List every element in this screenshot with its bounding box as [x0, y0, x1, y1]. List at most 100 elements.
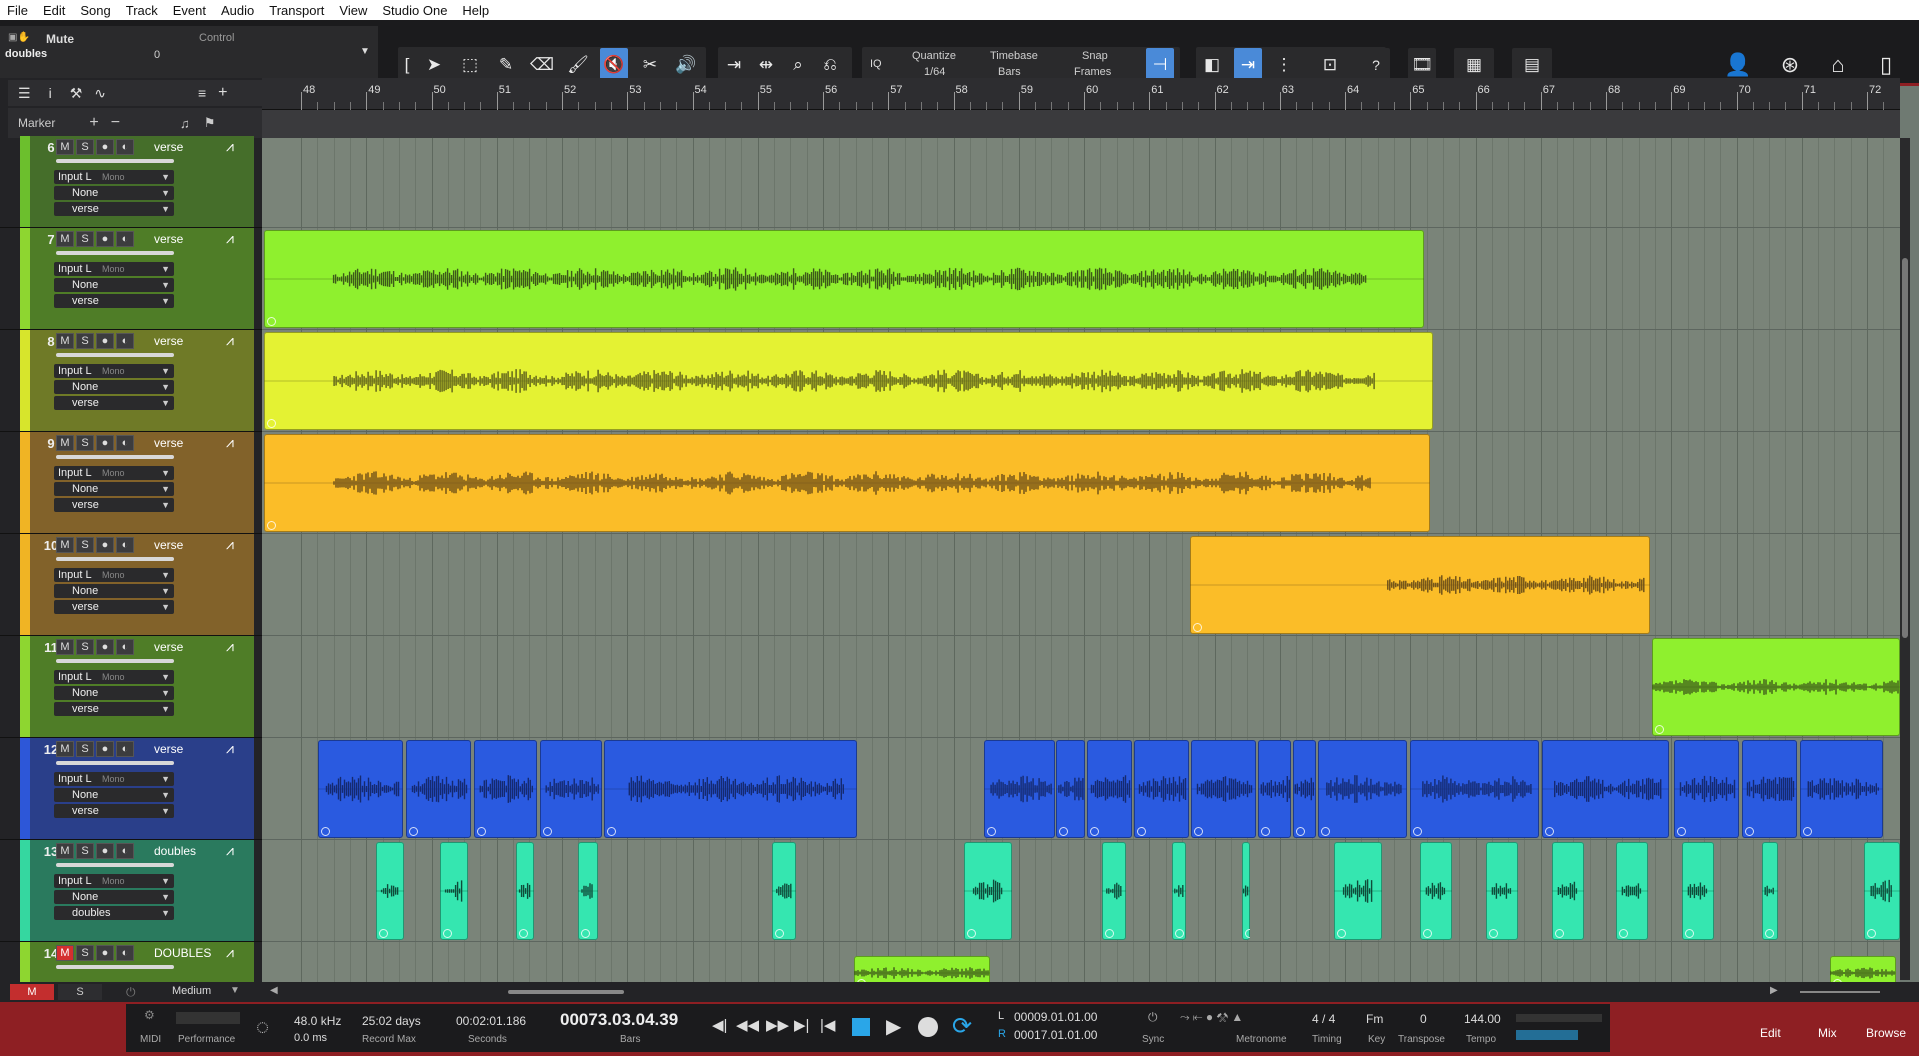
event-handle-icon[interactable]	[1655, 725, 1664, 734]
solo-button[interactable]: S	[76, 231, 94, 247]
record-arm-button[interactable]: ●	[96, 741, 114, 757]
menu-item[interactable]: Track	[119, 3, 166, 18]
track-lane[interactable]	[262, 738, 1900, 840]
video-icon[interactable]: 🎞	[1408, 48, 1436, 82]
autoscroll-icon[interactable]: ◧	[1198, 48, 1226, 82]
input-select[interactable]: Input L Mono ▼	[54, 568, 174, 582]
track-lane[interactable]	[262, 636, 1900, 738]
range-tool-icon[interactable]: ⬚	[456, 48, 484, 82]
event-handle-icon[interactable]	[1245, 929, 1250, 938]
audio-event[interactable]	[318, 740, 403, 838]
zoom-slider[interactable]	[1800, 991, 1880, 993]
mute-button[interactable]: M	[56, 843, 74, 859]
audio-event[interactable]	[1800, 740, 1883, 838]
record-arm-button[interactable]: ●	[96, 435, 114, 451]
event-handle-icon[interactable]	[267, 317, 276, 326]
monitor-button[interactable]: ◐	[116, 537, 134, 553]
monitor-button[interactable]: ◐	[116, 639, 134, 655]
monitor-button[interactable]: ◐	[116, 435, 134, 451]
waveform-icon[interactable]: ⩘	[226, 638, 234, 655]
bars-label[interactable]: Bars	[620, 1034, 641, 1045]
add-marker-icon[interactable]: +	[89, 114, 98, 132]
timeline-ruler[interactable]: 48 49 50 51 52 53 54 55 56 57 58 59 60 61 62 63 64 65 66 67…	[262, 78, 1900, 110]
play-button[interactable]: ▶	[886, 1014, 901, 1039]
track-lane[interactable]	[262, 330, 1900, 432]
arrange-view[interactable]: 48 49 50 51 52 53 54 55 56 57 58 59 60 61 62 63 64 65 66 67…	[262, 78, 1900, 982]
wrench-icon[interactable]: ⚒	[70, 85, 83, 102]
global-solo-button[interactable]: S	[58, 984, 102, 1000]
output-select[interactable]: None ▼	[54, 278, 174, 292]
help-button[interactable]: ?	[1362, 48, 1390, 82]
track-lane[interactable]	[262, 228, 1900, 330]
audio-event[interactable]	[1134, 740, 1189, 838]
transpose-value[interactable]: 0	[1420, 1012, 1427, 1026]
track-name[interactable]: verse	[154, 232, 183, 246]
mute-button[interactable]: M	[56, 139, 74, 155]
menu-item[interactable]: Studio One	[375, 3, 455, 18]
cursor-icon[interactable]: ⋮	[1270, 48, 1298, 82]
paint-tool-icon[interactable]: 🖌	[564, 48, 592, 82]
insert-select[interactable]: doubles ▼	[54, 906, 174, 920]
output-select[interactable]: None ▼	[54, 686, 174, 700]
snap-toggle-icon[interactable]: ⊣	[1146, 48, 1174, 82]
event-handle-icon[interactable]	[477, 827, 486, 836]
event-handle-icon[interactable]	[1423, 929, 1432, 938]
output-select[interactable]: None ▼	[54, 482, 174, 496]
sync-icon[interactable]: ⏻	[1148, 1010, 1158, 1025]
seconds-label[interactable]: Seconds	[468, 1034, 507, 1045]
event-handle-icon[interactable]	[607, 827, 616, 836]
event-handle-icon[interactable]	[543, 827, 552, 836]
volume-slider[interactable]	[56, 353, 174, 357]
solo-button[interactable]: S	[76, 741, 94, 757]
event-handle-icon[interactable]	[967, 929, 976, 938]
grid-icon[interactable]: ▦	[1454, 48, 1494, 82]
mix-page-button[interactable]: Mix	[1818, 1026, 1837, 1040]
audio-event[interactable]	[1258, 740, 1291, 838]
insert-select[interactable]: verse ▼	[54, 702, 174, 716]
insert-select[interactable]: verse ▼	[54, 600, 174, 614]
input-select[interactable]: Input L Mono ▼	[54, 466, 174, 480]
audio-event[interactable]	[964, 842, 1012, 940]
audio-event[interactable]	[264, 434, 1430, 532]
solo-button[interactable]: S	[76, 537, 94, 553]
track-name[interactable]: DOUBLES	[154, 946, 211, 960]
bracket-icon[interactable]: [	[400, 48, 414, 82]
mute-button[interactable]: M	[56, 945, 74, 961]
track-lane[interactable]	[262, 432, 1900, 534]
audio-event[interactable]	[1410, 740, 1539, 838]
event-handle-icon[interactable]	[1321, 827, 1330, 836]
track-header[interactable]: 7 M S ● ◐ verse ⩘ Input L Mono ▼ None ▼ verse ▼	[0, 228, 262, 330]
mute-tool-icon[interactable]: 🔇	[600, 48, 628, 82]
input-select[interactable]: Input L Mono ▼	[54, 170, 174, 184]
home-icon[interactable]: ⌂	[1824, 48, 1852, 82]
audio-event[interactable]	[1190, 536, 1650, 634]
mute-button[interactable]: M	[56, 231, 74, 247]
waveform-icon[interactable]: ⩘	[226, 434, 234, 451]
loop-start-icon[interactable]: |◀	[820, 1016, 835, 1034]
track-lane[interactable]	[262, 840, 1900, 942]
mute-button[interactable]: M	[56, 639, 74, 655]
key-value[interactable]: Fm	[1366, 1012, 1383, 1026]
track-name[interactable]: verse	[154, 538, 183, 552]
event-handle-icon[interactable]	[1619, 929, 1628, 938]
event-handle-icon[interactable]	[409, 827, 418, 836]
monitor-button[interactable]: ◐	[116, 843, 134, 859]
track-header[interactable]: 11 M S ● ◐ verse ⩘ Input L Mono ▼ None ▼ verse ▼	[0, 636, 262, 738]
track-color[interactable]	[20, 738, 30, 839]
insert-select[interactable]: verse ▼	[54, 396, 174, 410]
track-name[interactable]: verse	[154, 436, 183, 450]
loop-start[interactable]: 00009.01.01.00	[1014, 1010, 1097, 1024]
layout-icon[interactable]: ▤	[1512, 48, 1552, 82]
event-handle-icon[interactable]	[321, 827, 330, 836]
track-name[interactable]: doubles	[154, 844, 196, 858]
audio-event[interactable]	[516, 842, 534, 940]
chevron-down-icon[interactable]: ▼	[360, 46, 370, 57]
volume-slider[interactable]	[56, 455, 174, 459]
event-handle-icon[interactable]	[267, 521, 276, 530]
track-header[interactable]: 10 M S ● ◐ verse ⩘ Input L Mono ▼ None ▼ verse ▼	[0, 534, 262, 636]
event-handle-icon[interactable]	[1193, 623, 1202, 632]
event-handle-icon[interactable]	[1765, 929, 1774, 938]
record-arm-button[interactable]: ●	[96, 231, 114, 247]
audio-event[interactable]	[1682, 842, 1714, 940]
flag-icon[interactable]: ⚑	[204, 115, 216, 131]
